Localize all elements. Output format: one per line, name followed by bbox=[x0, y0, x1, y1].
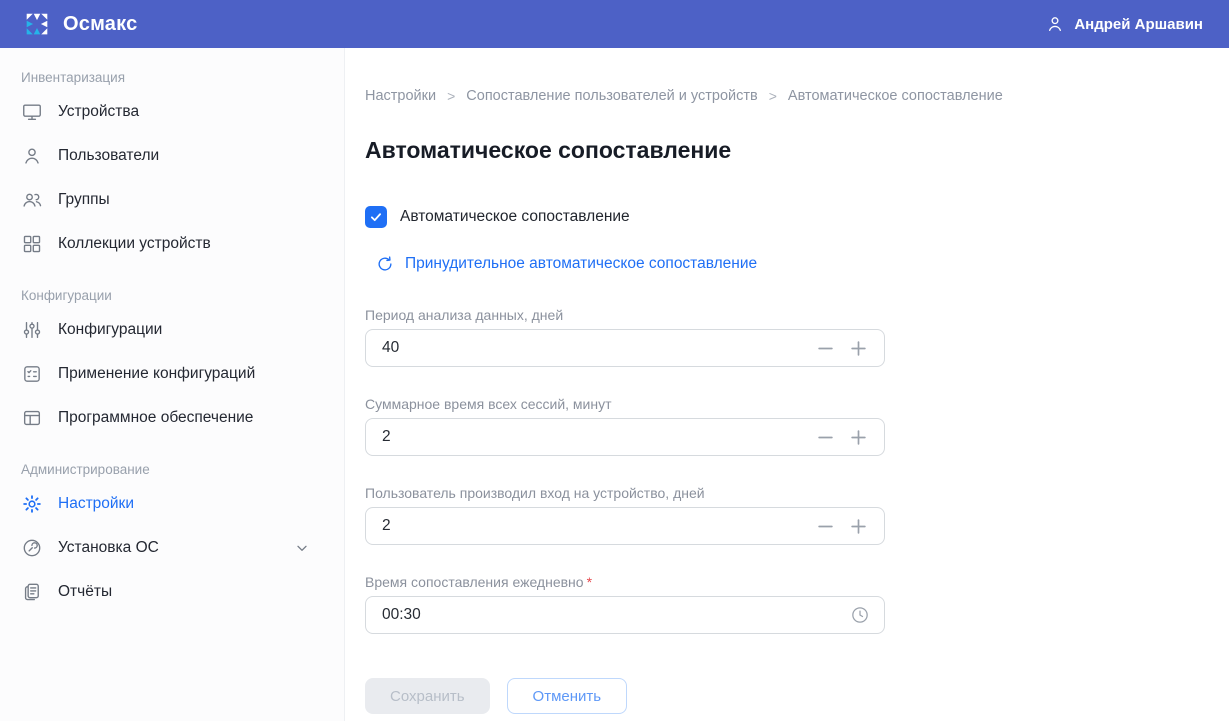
sidebar-section-configurations: Конфигурации bbox=[0, 288, 344, 303]
sidebar-item-configurations[interactable]: Конфигурации bbox=[0, 308, 344, 352]
sidebar-section-inventory: Инвентаризация bbox=[0, 70, 344, 85]
minus-button[interactable] bbox=[816, 339, 834, 357]
field-label: Период анализа данных, дней bbox=[365, 307, 885, 323]
checklist-card-icon bbox=[21, 363, 43, 385]
sidebar-section-administration: Администрирование bbox=[0, 462, 344, 477]
window-layout-icon bbox=[21, 407, 43, 429]
plus-button[interactable] bbox=[849, 339, 867, 357]
field-total-session-time: Суммарное время всех сессий, минут bbox=[365, 396, 885, 456]
sidebar-item-label: Группы bbox=[58, 191, 110, 209]
sidebar-item-label: Устройства bbox=[58, 103, 139, 121]
main-content: Настройки > Сопоставление пользователей … bbox=[345, 48, 1229, 721]
clock-icon[interactable] bbox=[850, 605, 884, 625]
pinwheel-logo-icon bbox=[22, 9, 52, 39]
grid-icon bbox=[21, 233, 43, 255]
sidebar-item-label: Конфигурации bbox=[58, 321, 162, 339]
user-name: Андрей Аршавин bbox=[1074, 16, 1203, 33]
analysis-period-input[interactable] bbox=[366, 330, 816, 366]
field-label: Время сопоставления ежедневно* bbox=[365, 574, 885, 590]
user-icon bbox=[21, 145, 43, 167]
sliders-icon bbox=[21, 319, 43, 341]
sidebar-item-label: Пользователи bbox=[58, 147, 159, 165]
auto-matching-form: Автоматическое сопоставление Принудитель… bbox=[365, 206, 885, 714]
total-session-time-input[interactable] bbox=[366, 419, 816, 455]
breadcrumb-user-device-matching[interactable]: Сопоставление пользователей и устройств bbox=[466, 88, 757, 104]
save-button[interactable]: Сохранить bbox=[365, 678, 490, 714]
sidebar-item-apply-configurations[interactable]: Применение конфигураций bbox=[0, 352, 344, 396]
users-icon bbox=[21, 189, 43, 211]
auto-matching-checkbox[interactable] bbox=[365, 206, 387, 228]
chevron-down-icon[interactable] bbox=[294, 540, 310, 556]
force-auto-matching-link[interactable]: Принудительное автоматическое сопоставле… bbox=[376, 255, 885, 273]
brand[interactable]: Осмакс bbox=[22, 9, 137, 39]
sidebar-item-devices[interactable]: Устройства bbox=[0, 90, 344, 134]
plus-button[interactable] bbox=[849, 517, 867, 535]
top-bar: Осмакс Андрей Аршавин bbox=[0, 0, 1229, 48]
sidebar: Инвентаризация Устройства Пользователи bbox=[0, 48, 345, 721]
wrench-circle-icon bbox=[21, 537, 43, 559]
sidebar-item-label: Применение конфигураций bbox=[58, 365, 255, 383]
breadcrumb-auto-matching: Автоматическое сопоставление bbox=[788, 88, 1003, 104]
sidebar-item-reports[interactable]: Отчёты bbox=[0, 570, 344, 614]
breadcrumb: Настройки > Сопоставление пользователей … bbox=[365, 88, 1229, 104]
sidebar-item-label: Отчёты bbox=[58, 583, 112, 601]
sidebar-item-label: Программное обеспечение bbox=[58, 409, 253, 427]
breadcrumb-separator: > bbox=[447, 88, 455, 104]
minus-button[interactable] bbox=[816, 517, 834, 535]
field-last-login-days: Пользователь производил вход на устройст… bbox=[365, 485, 885, 545]
page-title: Автоматическое сопоставление bbox=[365, 137, 1229, 164]
refresh-icon bbox=[376, 255, 394, 273]
sidebar-item-device-collections[interactable]: Коллекции устройств bbox=[0, 222, 344, 266]
sidebar-item-users[interactable]: Пользователи bbox=[0, 134, 344, 178]
breadcrumb-settings[interactable]: Настройки bbox=[365, 88, 436, 104]
breadcrumb-separator: > bbox=[769, 88, 777, 104]
force-auto-matching-link-label: Принудительное автоматическое сопоставле… bbox=[405, 255, 757, 273]
user-icon bbox=[1045, 14, 1065, 34]
user-menu[interactable]: Андрей Аршавин bbox=[1045, 14, 1203, 34]
gear-icon bbox=[21, 493, 43, 515]
sidebar-item-label: Установка ОС bbox=[58, 539, 159, 557]
auto-matching-checkbox-label: Автоматическое сопоставление bbox=[400, 208, 630, 226]
sidebar-item-software[interactable]: Программное обеспечение bbox=[0, 396, 344, 440]
field-label: Суммарное время всех сессий, минут bbox=[365, 396, 885, 412]
auto-matching-checkbox-row[interactable]: Автоматическое сопоставление bbox=[365, 206, 885, 228]
field-label: Пользователь производил вход на устройст… bbox=[365, 485, 885, 501]
app-title: Осмакс bbox=[63, 13, 137, 36]
last-login-days-input[interactable] bbox=[366, 508, 816, 544]
monitor-icon bbox=[21, 101, 43, 123]
field-analysis-period: Период анализа данных, дней bbox=[365, 307, 885, 367]
field-matching-time: Время сопоставления ежедневно* bbox=[365, 574, 885, 634]
minus-button[interactable] bbox=[816, 428, 834, 446]
cancel-button[interactable]: Отменить bbox=[507, 678, 628, 714]
sidebar-item-os-install[interactable]: Установка ОС bbox=[0, 526, 344, 570]
required-mark: * bbox=[587, 574, 592, 590]
plus-button[interactable] bbox=[849, 428, 867, 446]
sidebar-item-label: Коллекции устройств bbox=[58, 235, 211, 253]
sidebar-item-groups[interactable]: Группы bbox=[0, 178, 344, 222]
sidebar-item-settings[interactable]: Настройки bbox=[0, 482, 344, 526]
matching-time-input[interactable] bbox=[366, 597, 850, 633]
report-icon bbox=[21, 581, 43, 603]
sidebar-item-label: Настройки bbox=[58, 495, 134, 513]
